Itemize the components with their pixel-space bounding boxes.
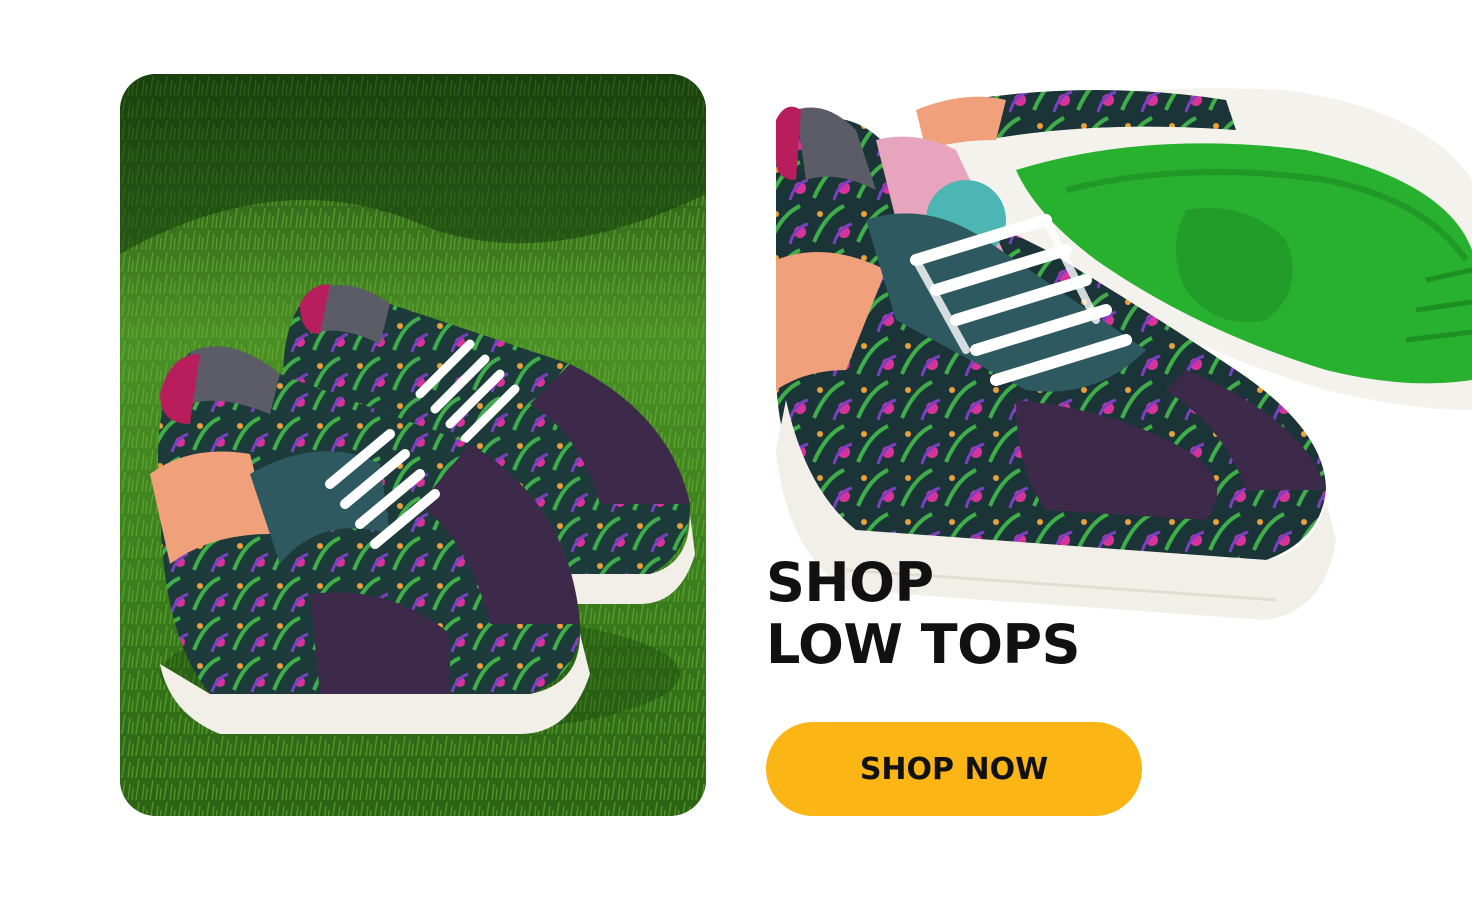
shop-now-label: SHOP NOW	[859, 751, 1049, 787]
lifestyle-photo[interactable]	[120, 74, 706, 816]
promo-banner: SHOP LOW TOPS SHOP NOW	[0, 0, 1472, 898]
sneakers-on-grass-illustration	[120, 74, 706, 816]
low-top-sneaker-illustration	[776, 88, 1472, 620]
headline-line-2: LOW TOPS	[766, 613, 1080, 676]
headline-line-1: SHOP	[766, 551, 934, 614]
shop-now-button[interactable]: SHOP NOW	[766, 722, 1142, 816]
page-title: SHOP LOW TOPS	[766, 552, 1080, 676]
product-photo[interactable]	[766, 70, 1472, 630]
